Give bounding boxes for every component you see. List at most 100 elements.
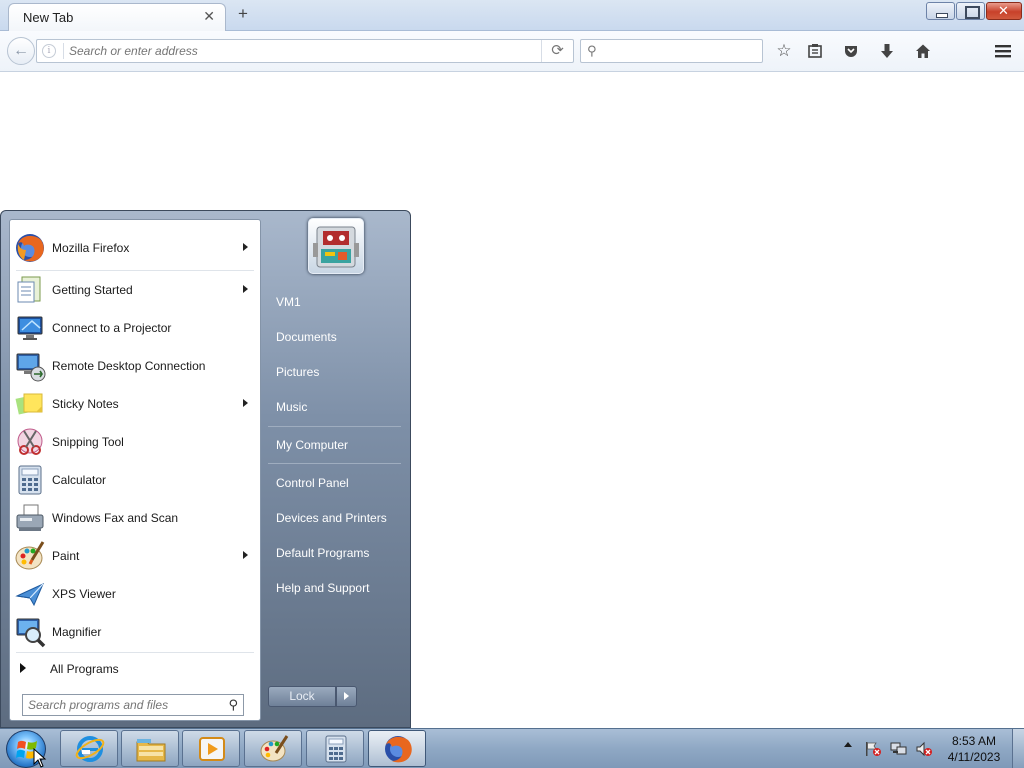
- robot-avatar-icon: [313, 226, 359, 268]
- start-link-help-and-support[interactable]: Help and Support: [268, 574, 404, 602]
- tab-title: New Tab: [23, 10, 74, 25]
- link-label: Music: [276, 400, 308, 414]
- bookmark-star-icon[interactable]: ☆: [773, 40, 795, 62]
- search-icon[interactable]: ⚲: [228, 697, 238, 713]
- address-bar[interactable]: i ⟳: [36, 39, 574, 63]
- program-label: Snipping Tool: [52, 435, 124, 449]
- system-clock[interactable]: 8:53 AM 4/11/2023: [938, 733, 1010, 765]
- close-window-button[interactable]: [986, 2, 1022, 20]
- program-paint[interactable]: Paint: [10, 537, 260, 575]
- xps-viewer-icon: [15, 583, 44, 607]
- fax-icon: [16, 504, 44, 531]
- program-label: Calculator: [52, 473, 107, 487]
- show-hidden-icons-arrow-icon[interactable]: [844, 742, 852, 747]
- sticky-notes-icon: [15, 393, 43, 415]
- remote-desktop-icon: [16, 353, 46, 382]
- submenu-arrow-icon[interactable]: [243, 243, 248, 251]
- minimize-button[interactable]: [926, 2, 955, 20]
- back-arrow-icon[interactable]: ←: [7, 37, 35, 65]
- program-windows-fax-and-scan[interactable]: Windows Fax and Scan: [10, 499, 260, 537]
- right-pane-separator: [268, 426, 401, 427]
- start-menu: Mozilla Firefox Getting Started Connect …: [0, 210, 411, 728]
- user-avatar[interactable]: [308, 218, 364, 274]
- network-icon[interactable]: [890, 741, 908, 757]
- restore-button[interactable]: [956, 2, 985, 20]
- clock-date: 4/11/2023: [947, 750, 1001, 764]
- search-input[interactable]: [607, 43, 757, 59]
- taskbar-calculator[interactable]: [306, 730, 364, 767]
- start-link-my-computer[interactable]: My Computer: [268, 431, 404, 459]
- submenu-arrow-icon[interactable]: [243, 285, 248, 293]
- paint-icon: [15, 541, 45, 570]
- firefox-icon: [16, 234, 44, 262]
- link-label: My Computer: [276, 438, 349, 452]
- hamburger-menu-icon[interactable]: [992, 40, 1014, 62]
- search-bar[interactable]: ⚲: [580, 39, 763, 63]
- program-mozilla-firefox[interactable]: Mozilla Firefox: [10, 229, 260, 267]
- link-label: Control Panel: [276, 476, 349, 490]
- triangle-right-icon: [20, 663, 26, 673]
- start-link-control-panel[interactable]: Control Panel: [268, 469, 404, 497]
- link-label: Documents: [276, 330, 337, 344]
- address-input[interactable]: [69, 43, 529, 59]
- magnifier-icon: [16, 618, 46, 648]
- mouse-cursor-icon: [33, 748, 47, 768]
- lock-button[interactable]: Lock: [268, 686, 336, 707]
- windows-explorer-icon: [136, 739, 166, 762]
- start-link-user-vm1[interactable]: VM1: [268, 288, 404, 316]
- search-programs-input[interactable]: [28, 697, 218, 713]
- projector-icon: [17, 316, 43, 340]
- program-xps-viewer[interactable]: XPS Viewer: [10, 575, 260, 613]
- browser-titlebar: New Tab ✕ +: [0, 0, 1024, 31]
- start-link-devices-and-printers[interactable]: Devices and Printers: [268, 504, 404, 532]
- shutdown-options-arrow-icon[interactable]: [336, 686, 357, 707]
- tab-new-tab[interactable]: New Tab ✕: [8, 3, 226, 31]
- tab-close-icon[interactable]: ✕: [203, 8, 215, 25]
- pocket-icon[interactable]: [840, 40, 862, 62]
- home-icon[interactable]: [912, 40, 934, 62]
- all-programs-separator: [16, 652, 254, 653]
- program-sticky-notes[interactable]: Sticky Notes: [10, 385, 260, 423]
- program-snipping-tool[interactable]: Snipping Tool: [10, 423, 260, 461]
- all-programs-button[interactable]: All Programs: [10, 656, 260, 682]
- site-info-icon[interactable]: i: [42, 44, 56, 58]
- program-calculator[interactable]: Calculator: [10, 461, 260, 499]
- action-center-flag-icon[interactable]: [864, 741, 882, 757]
- program-getting-started[interactable]: Getting Started: [10, 271, 260, 309]
- all-programs-label: All Programs: [50, 662, 119, 676]
- taskbar-internet-explorer[interactable]: [60, 730, 118, 767]
- internet-explorer-icon: [75, 736, 105, 762]
- getting-started-icon: [17, 276, 41, 303]
- download-arrow-icon[interactable]: [876, 40, 898, 62]
- program-remote-desktop-connection[interactable]: Remote Desktop Connection: [10, 347, 260, 385]
- program-magnifier[interactable]: Magnifier: [10, 613, 260, 651]
- clock-time: 8:53 AM: [951, 734, 997, 748]
- submenu-arrow-icon[interactable]: [243, 551, 248, 559]
- taskbar-paint[interactable]: [244, 730, 302, 767]
- search-icon: ⚲: [587, 43, 597, 58]
- volume-muted-icon[interactable]: [915, 741, 933, 757]
- link-label: VM1: [276, 295, 301, 309]
- start-link-pictures[interactable]: Pictures: [268, 358, 404, 386]
- program-label: Connect to a Projector: [52, 321, 172, 335]
- start-search-box[interactable]: ⚲: [22, 694, 244, 716]
- taskbar-firefox[interactable]: [368, 730, 426, 767]
- bookmarks-menu-icon[interactable]: [804, 40, 826, 62]
- snipping-tool-icon: [17, 428, 43, 455]
- program-label: Mozilla Firefox: [52, 241, 130, 255]
- start-link-default-programs[interactable]: Default Programs: [268, 539, 404, 567]
- start-link-documents[interactable]: Documents: [268, 323, 404, 351]
- program-label: Windows Fax and Scan: [52, 511, 179, 525]
- program-label: Remote Desktop Connection: [52, 359, 206, 373]
- program-label: XPS Viewer: [52, 587, 116, 601]
- link-label: Help and Support: [276, 581, 370, 595]
- submenu-arrow-icon[interactable]: [243, 399, 248, 407]
- reload-icon[interactable]: ⟳: [541, 40, 573, 62]
- new-tab-plus-icon[interactable]: +: [233, 4, 253, 26]
- start-link-music[interactable]: Music: [268, 393, 404, 421]
- taskbar-media-player[interactable]: [182, 730, 240, 767]
- link-label: Default Programs: [276, 546, 370, 560]
- program-connect-to-a-projector[interactable]: Connect to a Projector: [10, 309, 260, 347]
- show-desktop-button[interactable]: [1012, 729, 1024, 768]
- taskbar-windows-explorer[interactable]: [121, 730, 179, 767]
